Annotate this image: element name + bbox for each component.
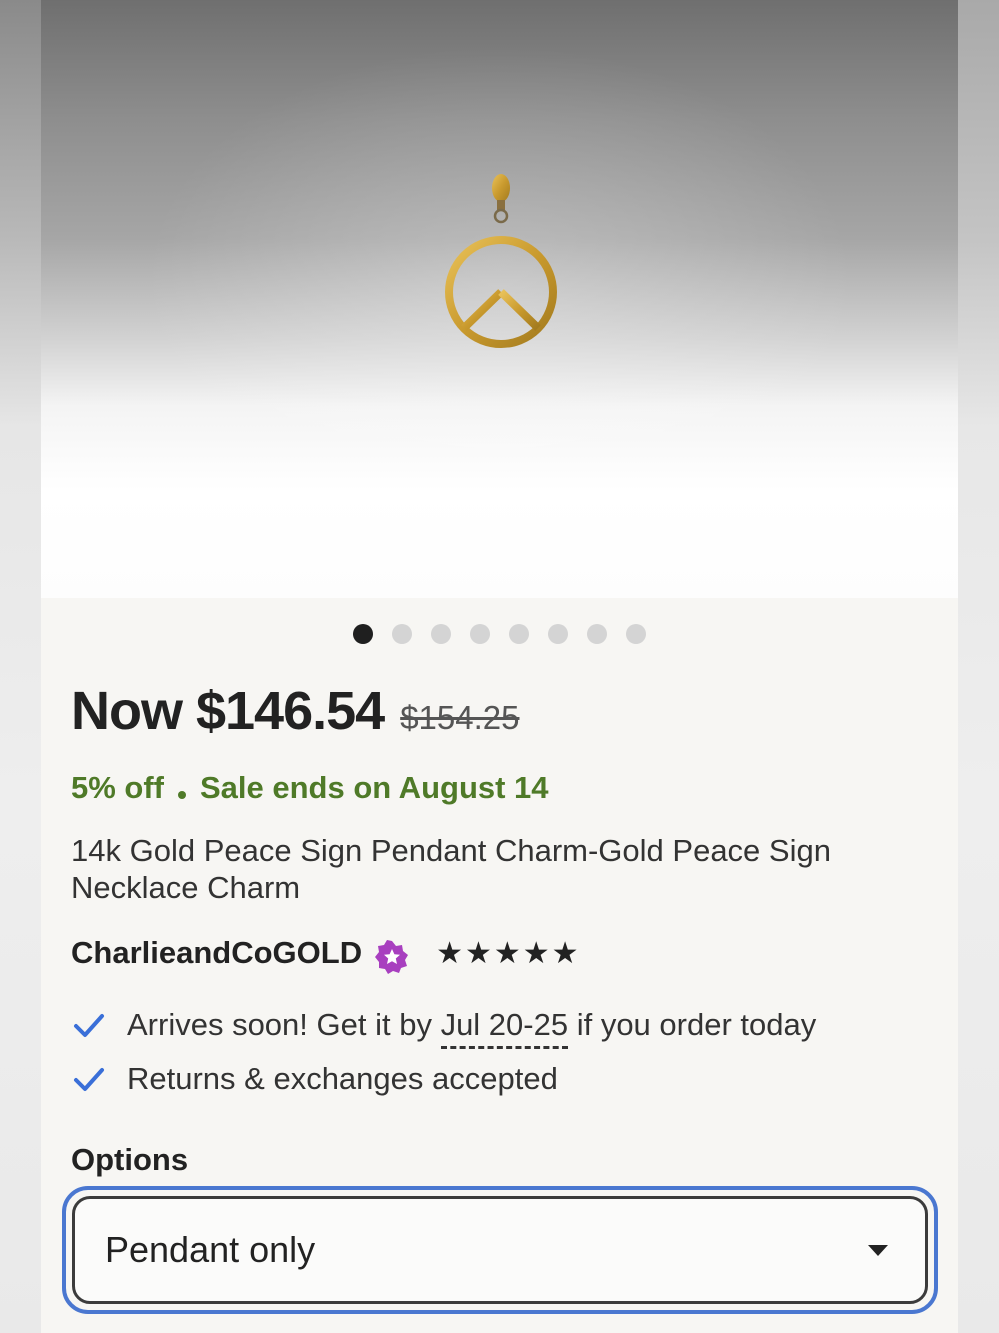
arrival-perk: Arrives soon! Get it by Jul 20-25 if you… [73,1003,817,1049]
carousel-dot[interactable] [470,624,490,644]
current-price: Now $146.54 [71,681,385,741]
blurred-side-right [958,0,999,1333]
returns-label: Returns & exchanges accepted [127,1061,558,1096]
star-seller-badge-icon[interactable] [374,939,410,975]
sale-info: 5% off Sale ends on August 14 [71,768,549,808]
arrival-suffix: if you order today [568,1007,817,1042]
arrival-dates-link[interactable]: Jul 20-25 [440,1007,569,1049]
returns-perk: Returns & exchanges accepted [73,1057,558,1101]
shop-info: CharlieandCoGOLD ★★★★★ [71,928,581,978]
shop-name-link[interactable]: CharlieandCoGOLD [71,935,362,971]
image-carousel-dots[interactable] [41,624,958,646]
blurred-side-left [0,0,41,1333]
options-label: Options [71,1142,189,1177]
carousel-dot[interactable] [392,624,412,644]
carousel-dot[interactable] [548,624,568,644]
options-select-field[interactable]: Pendant only [72,1196,928,1304]
carousel-dot[interactable] [431,624,451,644]
separator-dot [178,791,186,799]
carousel-dot[interactable] [353,624,373,644]
carousel-dot[interactable] [626,624,646,644]
original-price: $154.25 [400,699,520,736]
listing-content: Now $146.54 $154.25 5% off Sale ends on … [41,0,958,1333]
discount-label: 5% off [71,770,164,805]
carousel-dot[interactable] [587,624,607,644]
arrival-prefix: Arrives soon! Get it by [127,1007,441,1042]
peace-sign-pendant-image [445,174,557,348]
sale-end-label: Sale ends on August 14 [200,770,549,805]
listing-title: 14k Gold Peace Sign Pendant Charm-Gold P… [71,833,831,905]
options-selected-value: Pendant only [105,1229,316,1270]
options-select[interactable]: Pendant only [62,1186,938,1314]
product-image[interactable] [41,0,958,598]
product-page: Now $146.54 $154.25 5% off Sale ends on … [0,0,999,1333]
carousel-dot[interactable] [509,624,529,644]
checkmark-icon [74,1014,104,1037]
checkmark-icon [74,1068,104,1091]
price-row: Now $146.54 $154.25 [71,680,519,750]
rating-stars: ★★★★★ [436,936,581,970]
chevron-down-icon [868,1245,888,1256]
